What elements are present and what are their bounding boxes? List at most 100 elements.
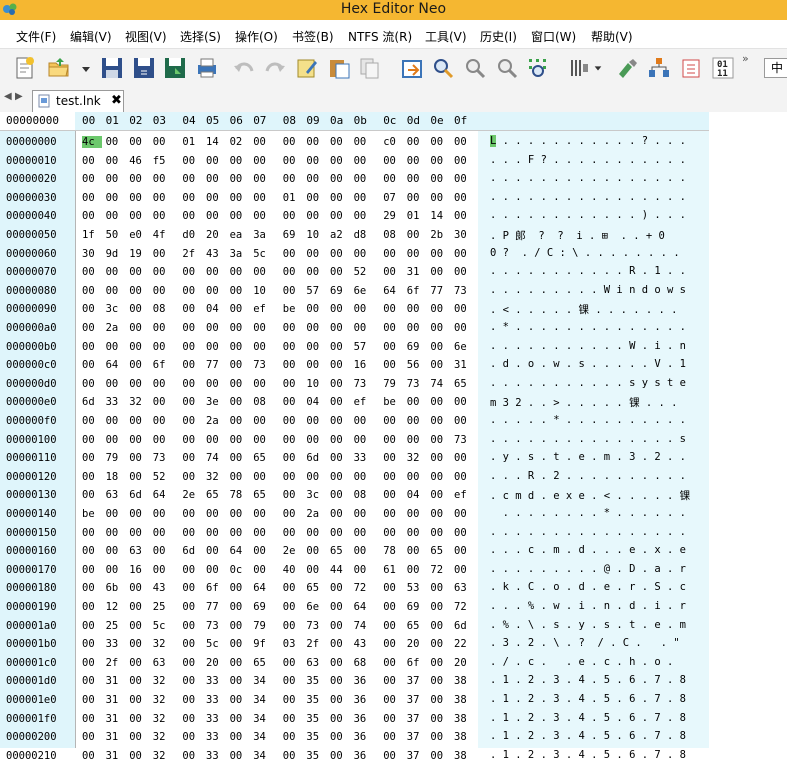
hex-byte[interactable]: 00 <box>182 675 202 687</box>
redo-icon[interactable] <box>262 55 288 81</box>
hex-byte[interactable]: 00 <box>230 322 250 334</box>
hex-byte[interactable]: 2a <box>306 508 326 520</box>
text-row[interactable]: . * . . . . . . . . . . . . . . <box>490 321 686 333</box>
hex-byte[interactable]: 00 <box>230 620 250 632</box>
hex-byte[interactable]: 5c <box>206 638 226 650</box>
hex-byte[interactable]: 10 <box>306 229 326 241</box>
hex-byte[interactable]: 00 <box>430 396 450 408</box>
hex-byte[interactable]: 00 <box>454 527 474 539</box>
hex-byte[interactable]: 00 <box>407 173 427 185</box>
hex-byte[interactable]: 00 <box>153 508 173 520</box>
hex-byte[interactable]: 14 <box>206 136 226 148</box>
search-icon[interactable] <box>430 55 456 81</box>
hex-byte[interactable]: 5c <box>153 620 173 632</box>
hex-byte[interactable]: ef <box>253 303 273 315</box>
hex-byte[interactable]: 00 <box>129 694 149 706</box>
hex-byte[interactable]: 37 <box>407 713 427 725</box>
menu-file[interactable]: 文件(F) <box>16 28 56 45</box>
hex-byte[interactable]: 34 <box>253 713 273 725</box>
hex-byte[interactable]: 00 <box>182 415 202 427</box>
hex-byte[interactable]: 9d <box>106 248 126 260</box>
hex-byte[interactable]: 00 <box>206 564 226 576</box>
text-row[interactable]: . < . . . . . 锞 . . . . . . . <box>490 302 678 317</box>
new-file-icon[interactable] <box>12 55 38 81</box>
hex-byte[interactable]: 00 <box>82 750 102 762</box>
hex-byte[interactable]: 00 <box>230 657 250 669</box>
hex-byte[interactable]: 00 <box>283 341 303 353</box>
hex-byte[interactable]: 00 <box>206 434 226 446</box>
hex-byte[interactable]: 00 <box>430 303 450 315</box>
hex-byte[interactable]: 35 <box>306 750 326 762</box>
hex-byte[interactable]: 00 <box>283 359 303 371</box>
hex-byte[interactable]: 40 <box>283 564 303 576</box>
hex-byte[interactable]: 79 <box>253 620 273 632</box>
hex-byte[interactable]: 00 <box>230 638 250 650</box>
hex-byte[interactable]: 00 <box>182 359 202 371</box>
save-as-icon[interactable] <box>131 55 157 81</box>
hex-byte[interactable]: 00 <box>283 434 303 446</box>
hex-byte[interactable]: 00 <box>230 694 250 706</box>
hex-byte[interactable]: 00 <box>206 378 226 390</box>
hex-byte[interactable]: 00 <box>454 415 474 427</box>
hex-byte[interactable]: 00 <box>182 210 202 222</box>
hex-byte[interactable]: 4c <box>82 136 102 148</box>
hex-byte[interactable]: 00 <box>354 173 374 185</box>
tab-test-lnk[interactable]: test.lnk ✖ <box>32 90 124 112</box>
hex-byte[interactable]: 00 <box>383 620 403 632</box>
hex-byte[interactable]: 73 <box>354 378 374 390</box>
menu-view[interactable]: 视图(V) <box>125 28 167 45</box>
hex-byte[interactable]: 12 <box>106 601 126 613</box>
hex-byte[interactable]: 00 <box>129 341 149 353</box>
text-row[interactable]: . . . R . 2 . . . . . . . . . . <box>490 470 686 482</box>
hex-byte[interactable]: 00 <box>129 527 149 539</box>
hex-byte[interactable]: 38 <box>454 694 474 706</box>
hex-byte[interactable]: 00 <box>230 303 250 315</box>
hex-byte[interactable]: 00 <box>306 192 326 204</box>
menu-operations[interactable]: 操作(O) <box>235 28 278 45</box>
hex-byte[interactable]: 00 <box>283 452 303 464</box>
hex-byte[interactable]: 00 <box>283 378 303 390</box>
hex-byte[interactable]: 00 <box>230 192 250 204</box>
hex-byte[interactable]: 00 <box>82 210 102 222</box>
hex-byte[interactable]: 00 <box>182 303 202 315</box>
hex-byte[interactable]: 00 <box>182 638 202 650</box>
hex-byte[interactable]: 00 <box>430 192 450 204</box>
hex-byte[interactable]: 1f <box>82 229 102 241</box>
hex-byte[interactable]: 00 <box>354 545 374 557</box>
hex-byte[interactable]: 04 <box>206 303 226 315</box>
hex-byte[interactable]: 00 <box>230 527 250 539</box>
hex-byte[interactable]: 00 <box>430 341 450 353</box>
hex-byte[interactable]: 00 <box>430 136 450 148</box>
hex-byte[interactable]: 00 <box>82 359 102 371</box>
hex-byte[interactable]: 00 <box>153 173 173 185</box>
hex-byte[interactable]: 00 <box>253 527 273 539</box>
hex-byte[interactable]: 00 <box>283 582 303 594</box>
hex-byte[interactable]: 00 <box>283 527 303 539</box>
hex-byte[interactable]: 00 <box>354 564 374 576</box>
hex-byte[interactable]: 00 <box>129 620 149 632</box>
hex-byte[interactable]: 00 <box>330 471 350 483</box>
hex-byte[interactable]: 00 <box>230 452 250 464</box>
text-row[interactable]: . 1 . 2 . 3 . 4 . 5 . 6 . 7 . 8 <box>490 674 686 686</box>
hex-byte[interactable]: 00 <box>454 322 474 334</box>
hex-byte[interactable]: 00 <box>306 248 326 260</box>
hex-byte[interactable]: 00 <box>182 657 202 669</box>
hex-byte[interactable]: 00 <box>106 378 126 390</box>
hex-byte[interactable]: 32 <box>153 675 173 687</box>
menu-history[interactable]: 历史(I) <box>480 28 517 45</box>
hex-byte[interactable]: 00 <box>354 303 374 315</box>
hex-byte[interactable]: 00 <box>182 731 202 743</box>
hex-byte[interactable]: 73 <box>454 285 474 297</box>
text-row[interactable]: . . . . . . . . . . . . ) . . . <box>490 209 686 221</box>
hex-byte[interactable]: 00 <box>330 210 350 222</box>
hex-byte[interactable]: 63 <box>153 657 173 669</box>
hex-byte[interactable]: 00 <box>383 601 403 613</box>
hex-byte[interactable]: 16 <box>354 359 374 371</box>
hex-byte[interactable]: 32 <box>153 713 173 725</box>
hex-byte[interactable]: 00 <box>182 192 202 204</box>
hex-byte[interactable]: 31 <box>454 359 474 371</box>
hex-byte[interactable]: 00 <box>106 173 126 185</box>
hex-byte[interactable]: 33 <box>106 638 126 650</box>
hex-byte[interactable]: 65 <box>253 657 273 669</box>
hex-byte[interactable]: 00 <box>129 582 149 594</box>
